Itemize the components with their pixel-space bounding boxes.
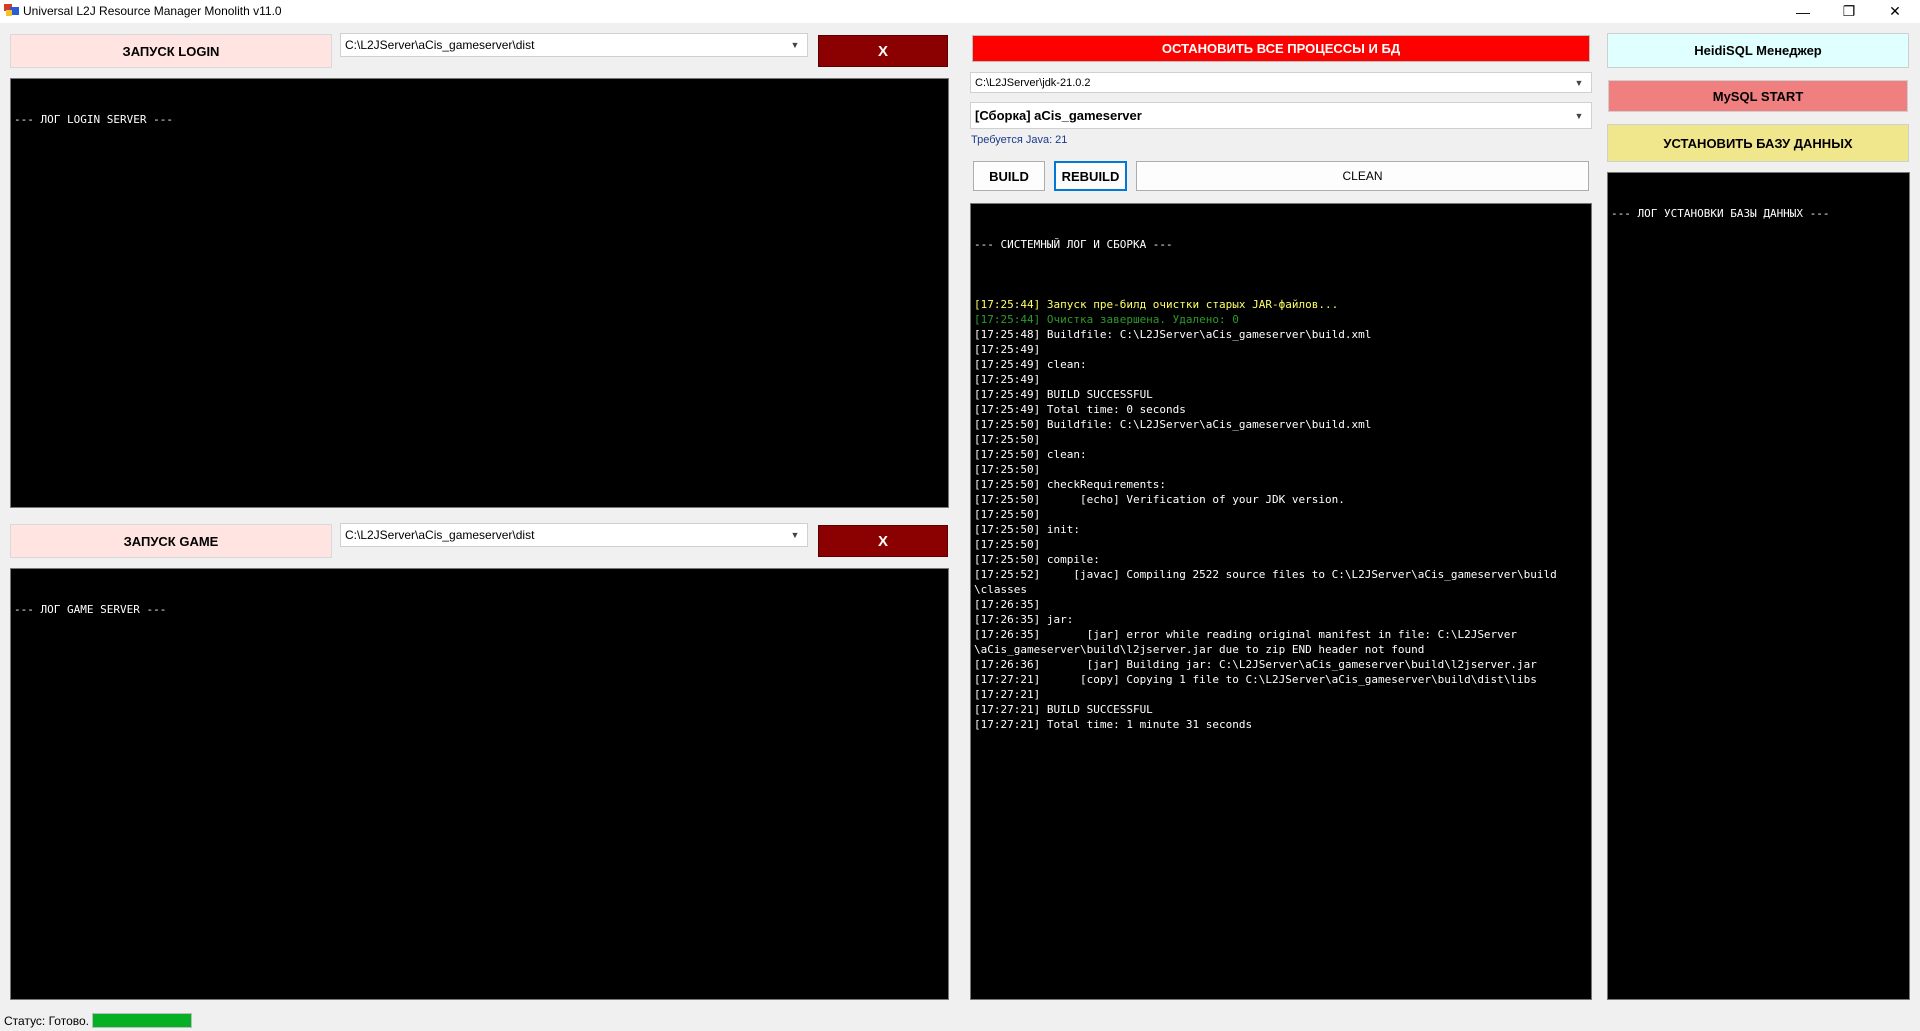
game-path-value: C:\L2JServer\aCis_gameserver\dist	[345, 528, 535, 542]
log-line: [17:26:35] [jar] error while reading ori…	[974, 628, 1518, 641]
assembly-select[interactable]: [Сборка] aCis_gameserver ▼	[970, 102, 1592, 129]
log-line: [17:26:35] jar:	[974, 613, 1074, 626]
progress-bar	[92, 1013, 192, 1028]
log-line: [17:25:44] Очистка завершена. Удалено: 0	[974, 313, 1239, 326]
log-line: [17:25:50] Buildfile: C:\L2JServer\aCis_…	[974, 418, 1372, 431]
log-line: [17:25:50]	[974, 508, 1041, 521]
app-icon	[4, 4, 19, 17]
database-log[interactable]: --- ЛОГ УСТАНОВКИ БАЗЫ ДАННЫХ ---	[1607, 172, 1910, 1000]
restore-icon[interactable]: ❐	[1826, 0, 1872, 23]
log-line: [17:25:50] compile:	[974, 553, 1100, 566]
status-bar	[0, 1010, 1920, 1031]
log-line: [17:25:50] checkRequirements:	[974, 478, 1167, 491]
minimize-icon[interactable]: —	[1780, 0, 1826, 23]
stop-login-button[interactable]: X	[818, 35, 948, 67]
log-line: [17:25:49]	[974, 373, 1041, 386]
log-line: [17:26:36] [jar] Building jar: C:\L2JSer…	[974, 658, 1537, 671]
chevron-down-icon[interactable]: ▼	[1573, 110, 1585, 122]
rebuild-button[interactable]: REBUILD	[1054, 161, 1127, 191]
chevron-down-icon[interactable]: ▼	[789, 39, 801, 51]
log-line: [17:25:50] [echo] Verification of your J…	[974, 493, 1345, 506]
build-log-header: --- СИСТЕМНЫЙ ЛОГ И СБОРКА ---	[974, 238, 1173, 251]
log-line: [17:27:21] [copy] Copying 1 file to C:\L…	[974, 673, 1537, 686]
log-line: \classes	[974, 583, 1027, 596]
log-line: [17:27:21]	[974, 688, 1041, 701]
stop-all-button[interactable]: ОСТАНОВИТЬ ВСЕ ПРОЦЕССЫ И БД	[972, 35, 1590, 62]
login-log-header: --- ЛОГ LOGIN SERVER ---	[14, 113, 173, 126]
log-line: [17:27:21] Total time: 1 minute 31 secon…	[974, 718, 1253, 731]
log-line: [17:25:49]	[974, 343, 1041, 356]
start-game-button[interactable]: ЗАПУСК GAME	[10, 524, 332, 558]
log-line: [17:25:44] Запуск пре-билд очистки стары…	[974, 298, 1339, 311]
java-requirement: Требуется Java: 21	[971, 134, 1068, 146]
assembly-value: [Сборка] aCis_gameserver	[975, 108, 1142, 123]
log-line: [17:25:49] BUILD SUCCESSFUL	[974, 388, 1153, 401]
status-text: Статус: Готово.	[4, 1014, 89, 1028]
log-line: [17:25:50]	[974, 538, 1041, 551]
login-log[interactable]: --- ЛОГ LOGIN SERVER ---	[10, 78, 949, 508]
jdk-path-value: C:\L2JServer\jdk-21.0.2	[975, 76, 1091, 89]
log-line: [17:25:48] Buildfile: C:\L2JServer\aCis_…	[974, 328, 1372, 341]
login-path-combo[interactable]: C:\L2JServer\aCis_gameserver\dist ▼	[340, 33, 808, 57]
game-log[interactable]: --- ЛОГ GAME SERVER ---	[10, 568, 949, 1000]
stop-game-button[interactable]: X	[818, 525, 948, 557]
log-line: [17:26:35]	[974, 598, 1041, 611]
log-line: [17:27:21] BUILD SUCCESSFUL	[974, 703, 1153, 716]
build-log[interactable]: --- СИСТЕМНЫЙ ЛОГ И СБОРКА --- [17:25:44…	[970, 203, 1592, 1000]
log-line: [17:25:50] init:	[974, 523, 1080, 536]
log-line: [17:25:50]	[974, 463, 1041, 476]
log-line: \aCis_gameserver\build\l2jserver.jar due…	[974, 643, 1425, 656]
heidisql-button[interactable]: HeidiSQL Менеджер	[1607, 33, 1909, 68]
log-line: [17:25:52] [javac] Compiling 2522 source…	[974, 568, 1557, 581]
window-title: Universal L2J Resource Manager Monolith …	[23, 4, 282, 18]
game-path-combo[interactable]: C:\L2JServer\aCis_gameserver\dist ▼	[340, 523, 808, 547]
build-button[interactable]: BUILD	[973, 161, 1045, 191]
title-bar: Universal L2J Resource Manager Monolith …	[0, 0, 1920, 23]
login-path-value: C:\L2JServer\aCis_gameserver\dist	[345, 38, 535, 52]
log-line: [17:25:50] clean:	[974, 448, 1087, 461]
jdk-path-combo[interactable]: C:\L2JServer\jdk-21.0.2 ▼	[970, 72, 1592, 93]
progress-fill	[93, 1014, 191, 1027]
clean-button[interactable]: CLEAN	[1136, 161, 1589, 191]
chevron-down-icon[interactable]: ▼	[789, 529, 801, 541]
log-line: [17:25:49] clean:	[974, 358, 1087, 371]
close-icon[interactable]: ✕	[1872, 0, 1918, 23]
mysql-start-button[interactable]: MySQL START	[1608, 80, 1908, 112]
database-log-header: --- ЛОГ УСТАНОВКИ БАЗЫ ДАННЫХ ---	[1611, 207, 1830, 220]
build-log-lines: [17:25:44] Запуск пре-билд очистки стары…	[974, 282, 1588, 732]
log-line: [17:25:50]	[974, 433, 1041, 446]
chevron-down-icon[interactable]: ▼	[1573, 77, 1585, 89]
game-log-header: --- ЛОГ GAME SERVER ---	[14, 603, 167, 616]
log-line: [17:25:49] Total time: 0 seconds	[974, 403, 1186, 416]
start-login-button[interactable]: ЗАПУСК LOGIN	[10, 34, 332, 68]
install-database-button[interactable]: УСТАНОВИТЬ БАЗУ ДАННЫХ	[1607, 124, 1909, 162]
